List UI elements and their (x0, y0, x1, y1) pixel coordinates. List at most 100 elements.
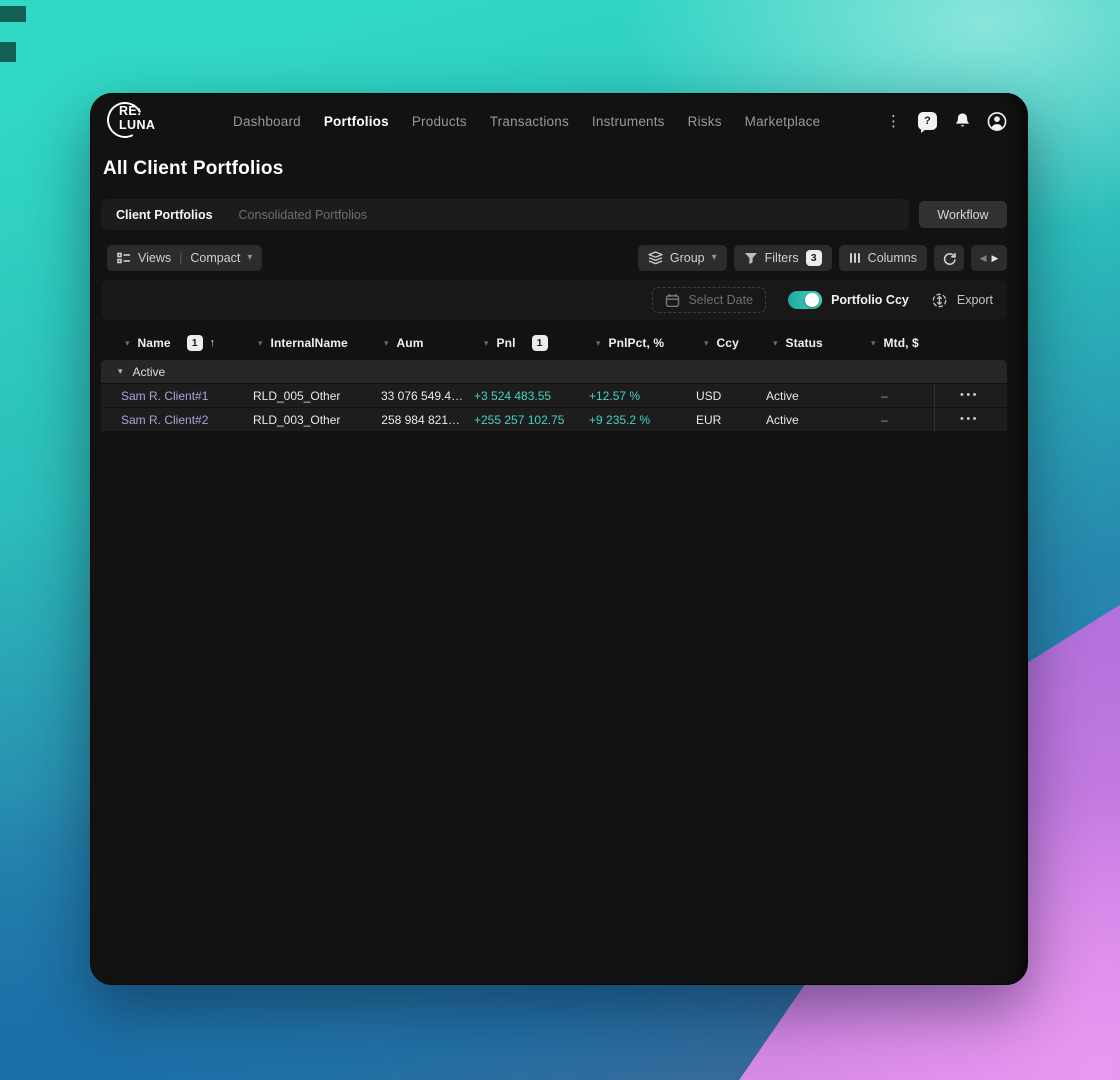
chevron-down-icon: ▾ (247, 252, 253, 263)
filters-count-badge: 3 (805, 250, 822, 266)
columns-icon (849, 252, 861, 264)
portfolio-name-link[interactable]: Sam R. Client#2 (101, 413, 251, 427)
columns-label: Columns (867, 251, 917, 265)
tabs-row: Client Portfolios Consolidated Portfolio… (101, 199, 1007, 230)
column-menu-icon[interactable]: ▾ (773, 338, 778, 349)
sort-asc-icon[interactable]: ↑ (210, 337, 216, 349)
column-menu-icon[interactable]: ▾ (258, 338, 263, 349)
table-row[interactable]: Sam R. Client#1 RLD_005_Other 33 076 549… (101, 384, 1007, 407)
column-menu-icon[interactable]: ▾ (871, 338, 876, 349)
app-bar: RE: LUNA Dashboard Portfolios Products Tr… (101, 94, 1007, 148)
export-button[interactable]: Export (931, 292, 993, 309)
tab-consolidated-portfolios[interactable]: Consolidated Portfolios (239, 208, 368, 222)
group-row-active[interactable]: ▾ Active (101, 360, 1007, 383)
pagination-buttons[interactable]: ◀ ▶ (971, 245, 1007, 271)
column-label: Aum (396, 336, 424, 350)
portfolio-ccy-toggle-group[interactable]: Portfolio Ccy (788, 291, 909, 309)
column-menu-icon[interactable]: ▾ (125, 338, 130, 349)
actions-cell: ••• (934, 384, 1004, 407)
portfolio-name-link[interactable]: Sam R. Client#1 (101, 389, 251, 403)
nav-item-dashboard[interactable]: Dashboard (233, 114, 301, 129)
portfolio-ccy-label: Portfolio Ccy (831, 293, 909, 307)
column-menu-icon[interactable]: ▾ (384, 338, 389, 349)
subtoolbar: Select Date Portfolio Ccy Export (101, 280, 1007, 320)
column-label: Status (785, 336, 823, 350)
nav-item-portfolios[interactable]: Portfolios (324, 114, 389, 129)
toolbar-right: Group ▾ Filters 3 Columns ◀ ▶ (637, 245, 1007, 271)
refresh-icon (942, 251, 957, 266)
column-header-ccy[interactable]: ▾ Ccy (696, 336, 766, 350)
workflow-button[interactable]: Workflow (919, 201, 1007, 228)
toolbar: Views | Compact ▾ Group ▾ Filters 3 Colu… (101, 245, 1007, 271)
reluna-logo[interactable]: RE: LUNA (102, 97, 177, 143)
filter-funnel-icon (744, 252, 758, 265)
column-header-mtd[interactable]: ▾ Mtd, $ (866, 336, 934, 350)
table-row[interactable]: Sam R. Client#2 RLD_003_Other 258 984 82… (101, 408, 1007, 431)
appbar-icons: ⋮ ? (884, 111, 1007, 133)
internal-name-cell: RLD_005_Other (253, 388, 341, 403)
pnl-cell: +3 524 483.55 (474, 388, 552, 403)
column-menu-icon[interactable]: ▾ (596, 338, 601, 349)
column-header-name[interactable]: ▾ Name 1 ↑ (101, 335, 251, 351)
filters-button[interactable]: Filters 3 (733, 245, 832, 271)
sort-order-badge: 1 (186, 335, 203, 351)
views-separator: | (179, 251, 183, 265)
chevron-down-icon: ▾ (711, 252, 717, 263)
column-header-internalname[interactable]: ▾ InternalName (251, 336, 381, 350)
background-artifact (0, 6, 26, 22)
column-menu-icon[interactable]: ▾ (484, 338, 489, 349)
column-header-pnlpct[interactable]: ▾ PnlPct, % (586, 336, 696, 350)
background-artifact (0, 42, 16, 62)
app-window: RE: LUNA Dashboard Portfolios Products Tr… (90, 93, 1028, 985)
mtd-cell: – (881, 412, 888, 427)
column-header-aum[interactable]: ▾ Aum (381, 336, 471, 350)
group-label: Group (669, 251, 705, 265)
more-menu-icon[interactable]: ⋮ (884, 114, 903, 129)
prev-page-icon[interactable]: ◀ (980, 253, 987, 264)
nav-item-marketplace[interactable]: Marketplace (745, 114, 821, 129)
row-menu-icon[interactable]: ••• (960, 414, 979, 425)
export-label: Export (956, 293, 993, 307)
column-label: Ccy (716, 336, 739, 350)
column-header-status[interactable]: ▾ Status (766, 336, 866, 350)
refresh-button[interactable] (934, 245, 964, 271)
views-label: Views (138, 251, 172, 265)
nav-item-instruments[interactable]: Instruments (592, 114, 665, 129)
views-value: Compact (190, 251, 241, 265)
column-header-pnl[interactable]: ▾ Pnl 1 (471, 335, 586, 351)
group-label: Active (132, 364, 166, 379)
views-layout-icon (117, 251, 131, 265)
tab-client-portfolios[interactable]: Client Portfolios (116, 208, 213, 222)
layers-icon (648, 251, 663, 265)
status-cell: Active (766, 412, 799, 427)
next-page-icon[interactable]: ▶ (992, 253, 999, 264)
help-icon[interactable]: ? (918, 112, 937, 133)
columns-button[interactable]: Columns (838, 245, 927, 271)
pnlpct-cell: +9 235.2 % (589, 412, 651, 427)
pnl-cell: +255 257 102.75 (474, 412, 565, 427)
mtd-cell: – (881, 388, 888, 403)
group-button[interactable]: Group ▾ (637, 245, 727, 271)
nav-item-risks[interactable]: Risks (688, 114, 722, 129)
nav-item-transactions[interactable]: Transactions (490, 114, 569, 129)
account-avatar-icon[interactable] (987, 111, 1007, 131)
aum-cell: 258 984 821… (381, 412, 460, 427)
desktop-background: { "brand": {"line1": "RE:", "line2": "LU… (0, 0, 1120, 1080)
export-icon (931, 292, 948, 309)
select-date-button[interactable]: Select Date (652, 287, 767, 313)
row-menu-icon[interactable]: ••• (960, 390, 979, 401)
table-header: ▾ Name 1 ↑ ▾ InternalName ▾ Aum ▾ Pnl 1 … (101, 328, 1007, 358)
notifications-bell-icon[interactable] (952, 111, 972, 131)
nav-item-products[interactable]: Products (412, 114, 467, 129)
main-nav: Dashboard Portfolios Products Transactio… (233, 114, 820, 129)
pnlpct-cell: +12.57 % (589, 388, 641, 403)
views-button[interactable]: Views | Compact ▾ (107, 245, 263, 271)
portfolio-ccy-toggle[interactable] (788, 291, 823, 309)
column-label: Pnl (496, 336, 516, 350)
column-menu-icon[interactable]: ▾ (704, 338, 709, 349)
toggle-knob (805, 293, 820, 307)
collapse-group-icon[interactable]: ▾ (118, 366, 123, 377)
ccy-cell: USD (696, 388, 722, 403)
ccy-cell: EUR (696, 412, 722, 427)
logo-text: RE: LUNA (119, 104, 156, 132)
